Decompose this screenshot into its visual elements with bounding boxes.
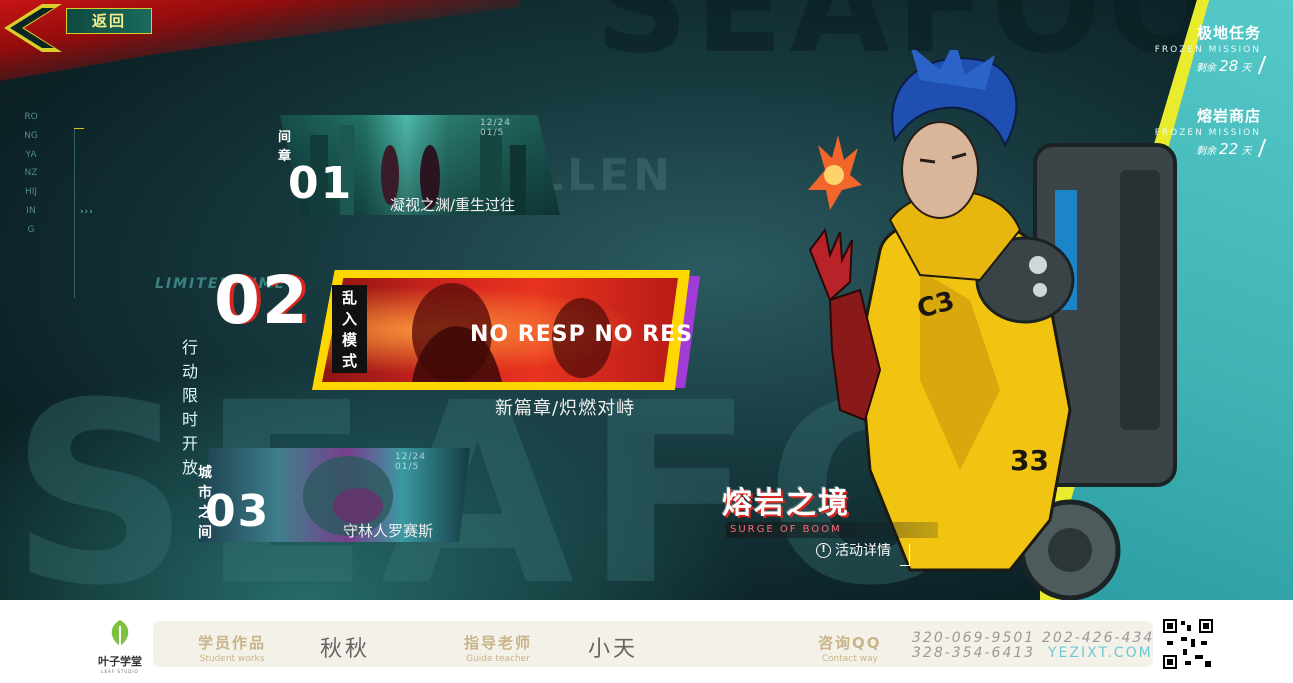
mission-2-remain-label: 剩余 <box>1195 146 1216 157</box>
svg-text:33: 33 <box>1010 444 1049 477</box>
mission-1-remain-label: 剩余 <box>1195 63 1216 74</box>
guide-teacher-label: 指导老师 Guide teacher <box>464 632 532 664</box>
contact-label: 咨询QQ Contact way <box>818 632 882 664</box>
chapter-03-subtitle: 守林人罗赛斯 <box>343 522 434 540</box>
contact-label-cn: 咨询QQ <box>818 634 882 652</box>
teacher-label-cn: 指导老师 <box>464 634 533 652</box>
chapter-02-image-text: NO RESP NO RES <box>470 322 693 347</box>
logo-name: 叶子学堂 <box>98 655 142 668</box>
mission-frozen[interactable]: 极地任务 FROZEN MISSION 剩余 28 天 <box>1155 22 1261 75</box>
mission-lava-shop[interactable]: 熔岩商店 FROZEN MISSION 剩余 22 天 <box>1155 105 1261 158</box>
chapter-03-number: 03 <box>205 486 271 537</box>
chapter-02-number: 02 <box>214 262 310 339</box>
details-bracket <box>900 544 910 566</box>
phone-1: 320-069-9501 <box>912 630 1036 646</box>
info-icon: ! <box>816 542 831 558</box>
background-watermark: LLEN <box>535 150 674 201</box>
game-scene: SEAFOOD SEAFOOD LLEN LIMITED TIME RONGYA… <box>0 0 1293 600</box>
deco-arrows-icon: ››› <box>80 207 94 217</box>
chapter-01-subtitle: 凝视之渊/重生过往 <box>390 196 516 214</box>
mission-1-english: FROZEN MISSION <box>1154 45 1261 55</box>
chapter-02-tag: 乱入模式 <box>332 285 368 373</box>
chapter-02-subtitle: 新篇章/炽燃对峙 <box>495 398 636 419</box>
mission-1-remaining: 剩余 28 天 <box>1155 57 1261 75</box>
deco-line <box>74 128 75 298</box>
mission-2-remaining: 剩余 22 天 <box>1155 140 1261 158</box>
student-label-cn: 学员作品 <box>198 634 267 652</box>
mission-2-title: 熔岩商店 <box>1196 107 1261 125</box>
student-works-label: 学员作品 Student works <box>198 632 266 664</box>
mission-1-days: 28 <box>1219 57 1239 75</box>
leaf-icon <box>111 620 129 646</box>
qr-code-icon <box>1161 617 1215 671</box>
mission-2-unit: 天 <box>1241 146 1252 157</box>
teacher-label-en: Guide teacher <box>466 654 530 664</box>
mission-1-title: 极地任务 <box>1196 24 1261 42</box>
event-title: 熔岩之境 <box>722 486 850 521</box>
vertical-deco-text: RONGYANZHIJING <box>24 112 38 235</box>
back-button[interactable]: 返回 <box>66 8 152 34</box>
student-label-en: Student works <box>199 654 265 664</box>
chapter-03-date: 12/24 01/5 <box>395 452 426 472</box>
mission-2-days: 22 <box>1219 140 1239 158</box>
chapter-01-number: 01 <box>288 158 354 209</box>
website: YEZIXT.COM <box>1048 645 1153 661</box>
student-name: 秋秋 <box>320 637 371 662</box>
mission-2-english: FROZEN MISSION <box>1154 128 1261 138</box>
footer: 叶子学堂 LEAF STUDIO 学员作品 Student works 秋秋 指… <box>0 600 1293 683</box>
event-details-button[interactable]: ! 活动详情 <box>816 540 891 560</box>
chapter-02-status: 行动限时开放 <box>182 338 199 477</box>
deco-line-accent <box>74 128 84 129</box>
phone-2: 202-426-434 <box>1042 630 1155 646</box>
event-english-title: SURGE OF BOOM <box>726 522 938 538</box>
leaf-logo: 叶子学堂 LEAF STUDIO <box>96 618 144 674</box>
contact-label-en: Contact way <box>821 654 878 664</box>
mission-1-unit: 天 <box>1241 63 1252 74</box>
phone-3: 328-354-6413 <box>912 645 1036 661</box>
chapter-01-date: 12/24 01/5 <box>480 118 511 138</box>
teacher-name: 小天 <box>588 637 639 662</box>
logo-subtitle: LEAF STUDIO <box>101 669 139 674</box>
event-details-label: 活动详情 <box>835 543 891 559</box>
